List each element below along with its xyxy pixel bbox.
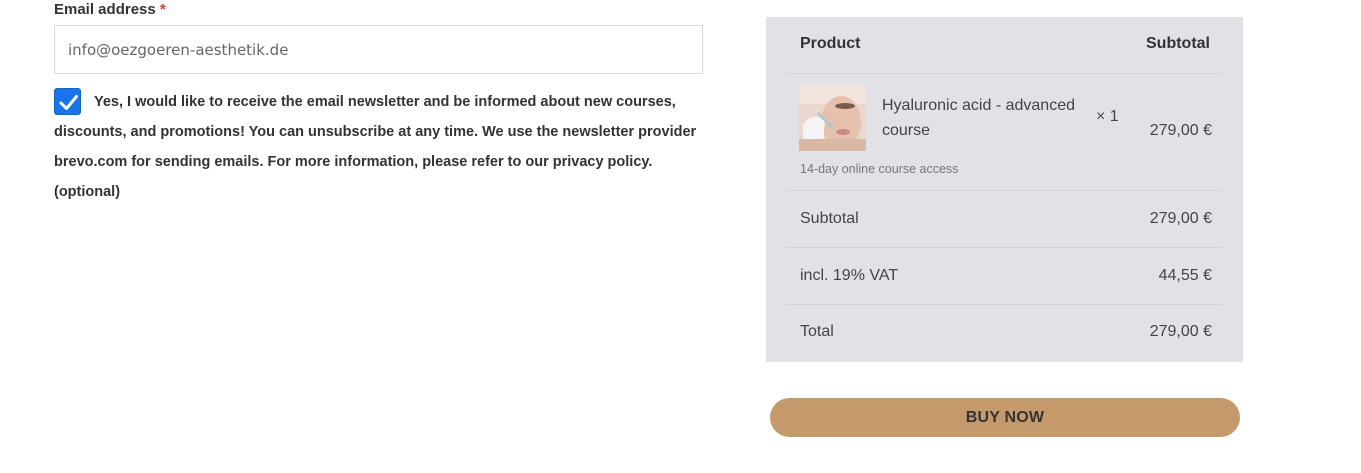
vat-row: incl. 19% VAT 44,55 € [800,267,1212,285]
divider [786,247,1223,248]
divider [786,304,1223,305]
product-name: Hyaluronic acid - advanced course [882,97,1075,139]
email-label-text: Email address [54,1,156,18]
required-marker: * [159,1,166,18]
email-label: Email address * [54,0,704,20]
divider [786,73,1223,74]
checkout-page: Email address * Yes, I would like to rec… [0,0,1361,473]
total-value: 279,00 € [1149,323,1212,340]
newsletter-consent-text: Yes, I would like to receive the email n… [54,94,697,200]
total-label: Total [800,323,834,340]
summary-header: Product Subtotal [800,35,1210,53]
vat-label: incl. 19% VAT [800,267,899,284]
subtotal-label: Subtotal [800,210,859,227]
subtotal-row: Subtotal 279,00 € [800,210,1212,228]
subtotal-value: 279,00 € [1149,210,1212,227]
buy-now-button[interactable]: BUY NOW [770,398,1240,437]
header-product: Product [800,35,861,52]
email-field[interactable] [54,25,703,74]
product-thumbnail [799,84,866,151]
newsletter-checkbox[interactable] [54,88,81,115]
product-note: 14-day online course access [800,162,959,176]
divider [786,190,1223,191]
vat-value: 44,55 € [1158,267,1212,284]
product-quantity: × 1 [1096,108,1119,125]
contact-section: Email address * Yes, I would like to rec… [54,0,704,200]
product-price: 279,00 € [1149,122,1212,139]
product-photo-icon [799,84,866,151]
total-row: Total 279,00 € [800,323,1212,341]
order-summary: Product Subtotal Hyaluronic acid - advan… [766,17,1243,362]
newsletter-consent: Yes, I would like to receive the email n… [54,87,704,207]
checkmark-icon [59,95,78,110]
header-subtotal: Subtotal [1146,35,1210,52]
